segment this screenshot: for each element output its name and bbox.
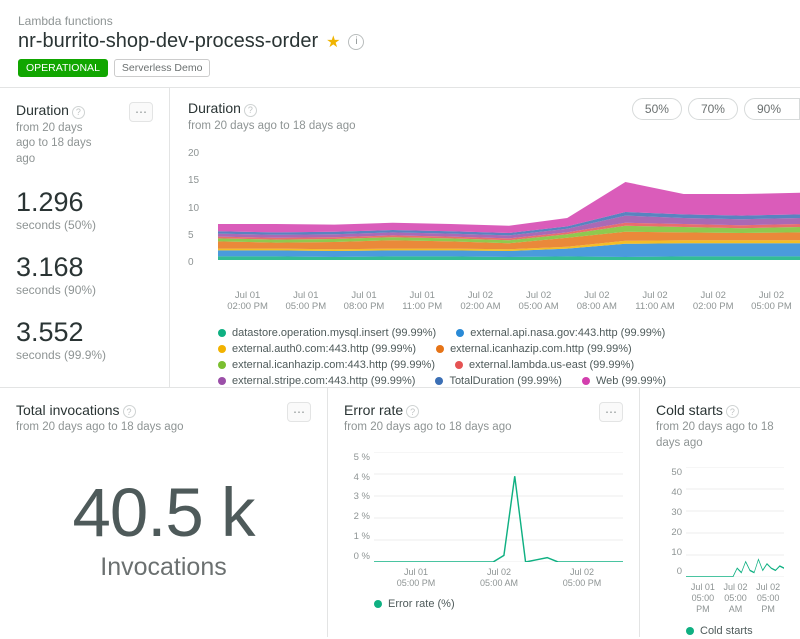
legend-item[interactable]: external.icanhazip.com:443.http (99.99%) xyxy=(218,359,435,371)
invocations-value: 40.5 k xyxy=(16,478,311,547)
cold-starts-legend: Cold starts xyxy=(686,625,784,637)
total-invocations-card: Total invocations? from 20 days ago to 1… xyxy=(0,388,328,637)
account-tag[interactable]: Serverless Demo xyxy=(114,59,211,77)
help-icon[interactable]: ? xyxy=(123,405,136,418)
duration-p999-label: seconds (99.9%) xyxy=(16,348,153,362)
duration-title: Duration xyxy=(16,102,69,118)
error-rate-y-axis: 5 %4 %3 %2 %1 %0 % xyxy=(344,452,370,562)
legend-label: Web (99.99%) xyxy=(596,375,666,387)
error-rate-line-chart[interactable] xyxy=(374,452,623,562)
duration-p50-value: 1.296 xyxy=(16,189,153,216)
percentile-pills: 50% 70% 90% xyxy=(632,98,800,120)
legend-dot-icon xyxy=(218,361,226,369)
legend-label: external.icanhazip.com:443.http (99.99%) xyxy=(232,359,435,371)
legend-item[interactable]: TotalDuration (99.99%) xyxy=(435,375,562,387)
duration-summary-card: Duration? from 20 days ago to 18 days ag… xyxy=(0,88,170,387)
error-rate-card: Error rate? from 20 days ago to 18 days … xyxy=(328,388,640,637)
legend-label: external.api.nasa.gov:443.http (99.99%) xyxy=(470,327,665,339)
favorite-star-icon[interactable]: ★ xyxy=(326,32,340,52)
legend-item[interactable]: external.lambda.us-east (99.99%) xyxy=(455,359,634,371)
error-rate-legend: Error rate (%) xyxy=(374,598,623,610)
duration-p90-value: 3.168 xyxy=(16,254,153,281)
pill-70[interactable]: 70% xyxy=(688,98,738,120)
cold-starts-x-axis: Jul 0105:00 PMJul 0205:00 AMJul 0205:00 … xyxy=(686,582,784,614)
legend-item[interactable]: external.stripe.com:443.http (99.99%) xyxy=(218,375,415,387)
invocations-title: Total invocations xyxy=(16,402,120,418)
legend-label: TotalDuration (99.99%) xyxy=(449,375,562,387)
legend-dot-icon xyxy=(435,377,443,385)
legend-dot-icon xyxy=(582,377,590,385)
help-icon[interactable]: ? xyxy=(726,405,739,418)
legend-item[interactable]: external.icanhazip.com.http (99.99%) xyxy=(436,343,632,355)
cold-starts-line-chart[interactable] xyxy=(686,467,784,577)
help-icon[interactable]: ? xyxy=(72,106,85,119)
time-range-label: from 20 days ago to 18 days ago xyxy=(656,420,784,451)
legend-dot-icon xyxy=(374,600,382,608)
legend-item[interactable]: external.auth0.com:443.http (99.99%) xyxy=(218,343,416,355)
card-menu-button[interactable]: ⋯ xyxy=(129,102,153,122)
duration-p90-label: seconds (90%) xyxy=(16,283,153,297)
duration-area-chart[interactable] xyxy=(218,140,800,260)
legend-item[interactable]: external.api.nasa.gov:443.http (99.99%) xyxy=(456,327,665,339)
legend-dot-icon xyxy=(436,345,444,353)
time-range-label: from 20 days ago to 18 days ago xyxy=(16,420,184,436)
legend-item[interactable]: datastore.operation.mysql.insert (99.99%… xyxy=(218,327,436,339)
legend-dot-icon xyxy=(455,361,463,369)
help-icon[interactable]: ? xyxy=(406,405,419,418)
card-menu-button[interactable]: ⋯ xyxy=(599,402,623,422)
status-badge: OPERATIONAL xyxy=(18,59,108,77)
legend-dot-icon xyxy=(218,345,226,353)
error-rate-x-axis: Jul 0105:00 PMJul 0205:00 AMJul 0205:00 … xyxy=(374,567,623,589)
cold-starts-title: Cold starts xyxy=(656,402,723,418)
help-icon[interactable]: ? xyxy=(244,104,257,117)
legend-label: datastore.operation.mysql.insert (99.99%… xyxy=(232,327,436,339)
pill-50[interactable]: 50% xyxy=(632,98,682,120)
time-range-label: from 20 days ago to 18 days ago xyxy=(16,121,91,168)
legend-dot-icon xyxy=(456,329,464,337)
legend-dot-icon xyxy=(686,627,694,635)
legend-label: Cold starts xyxy=(700,625,753,637)
pill-90[interactable]: 90% xyxy=(744,98,800,120)
page-title: nr-burrito-shop-dev-process-order xyxy=(18,30,318,53)
error-rate-title: Error rate xyxy=(344,402,403,418)
legend-label: Error rate (%) xyxy=(388,598,455,610)
cold-starts-y-axis: 50403020100 xyxy=(656,467,682,577)
cold-starts-card: Cold starts? from 20 days ago to 18 days… xyxy=(640,388,800,637)
legend-dot-icon xyxy=(218,377,226,385)
duration-p50-label: seconds (50%) xyxy=(16,218,153,232)
page-header: Lambda functions nr-burrito-shop-dev-pro… xyxy=(0,0,800,87)
duration-x-axis: Jul 0102:00 PMJul 0105:00 PMJul 0108:00 … xyxy=(218,290,800,313)
duration-y-axis: 20151050 xyxy=(188,148,199,268)
legend-item[interactable]: Web (99.99%) xyxy=(582,375,666,387)
duration-chart-title: Duration xyxy=(188,100,241,116)
legend-label: external.icanhazip.com.http (99.99%) xyxy=(450,343,632,355)
duration-chart-card: 50% 70% 90% Duration? from 20 days ago t… xyxy=(170,88,800,387)
breadcrumb[interactable]: Lambda functions xyxy=(18,14,782,28)
time-range-label: from 20 days ago to 18 days ago xyxy=(188,119,800,135)
legend-label: external.auth0.com:443.http (99.99%) xyxy=(232,343,416,355)
info-icon[interactable]: i xyxy=(348,34,364,50)
legend-label: external.lambda.us-east (99.99%) xyxy=(469,359,634,371)
time-range-label: from 20 days ago to 18 days ago xyxy=(344,420,512,436)
invocations-label: Invocations xyxy=(16,553,311,582)
duration-legend: datastore.operation.mysql.insert (99.99%… xyxy=(218,327,800,387)
legend-label: external.stripe.com:443.http (99.99%) xyxy=(232,375,415,387)
card-menu-button[interactable]: ⋯ xyxy=(287,402,311,422)
duration-p999-value: 3.552 xyxy=(16,319,153,346)
legend-dot-icon xyxy=(218,329,226,337)
